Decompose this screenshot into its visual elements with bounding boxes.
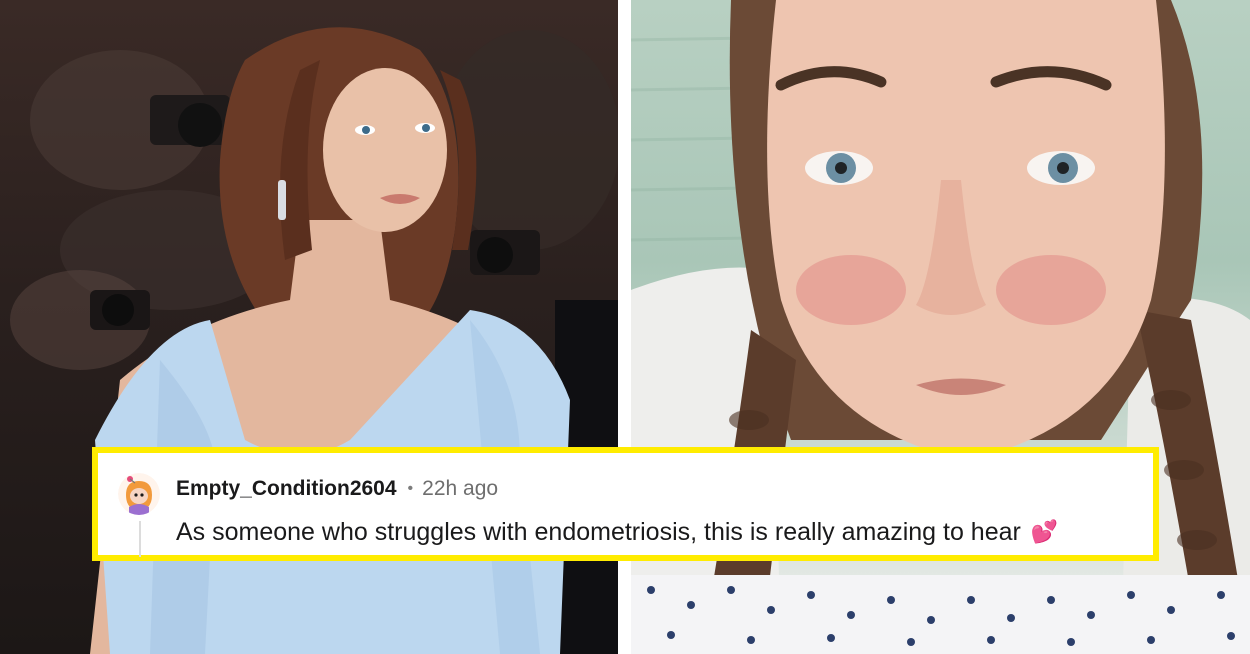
comment-avatar-column — [114, 465, 166, 561]
meta-separator: • — [407, 480, 414, 497]
thread-line — [139, 521, 141, 557]
comment-username[interactable]: Empty_Condition2604 — [176, 477, 397, 501]
two-hearts-icon: 💕 — [1030, 519, 1059, 544]
thumbnail-canvas: Empty_Condition2604 • 22h ago As someone… — [0, 0, 1250, 654]
reddit-comment-card: Empty_Condition2604 • 22h ago As someone… — [92, 447, 1159, 561]
reddit-snoo-avatar-icon[interactable] — [118, 473, 160, 515]
comment-body: As someone who struggles with endometrio… — [176, 515, 1058, 549]
comment-timestamp: 22h ago — [422, 477, 499, 500]
comment-header: Empty_Condition2604 • 22h ago — [176, 475, 498, 503]
comment-body-text: As someone who struggles with endometrio… — [176, 517, 1021, 546]
